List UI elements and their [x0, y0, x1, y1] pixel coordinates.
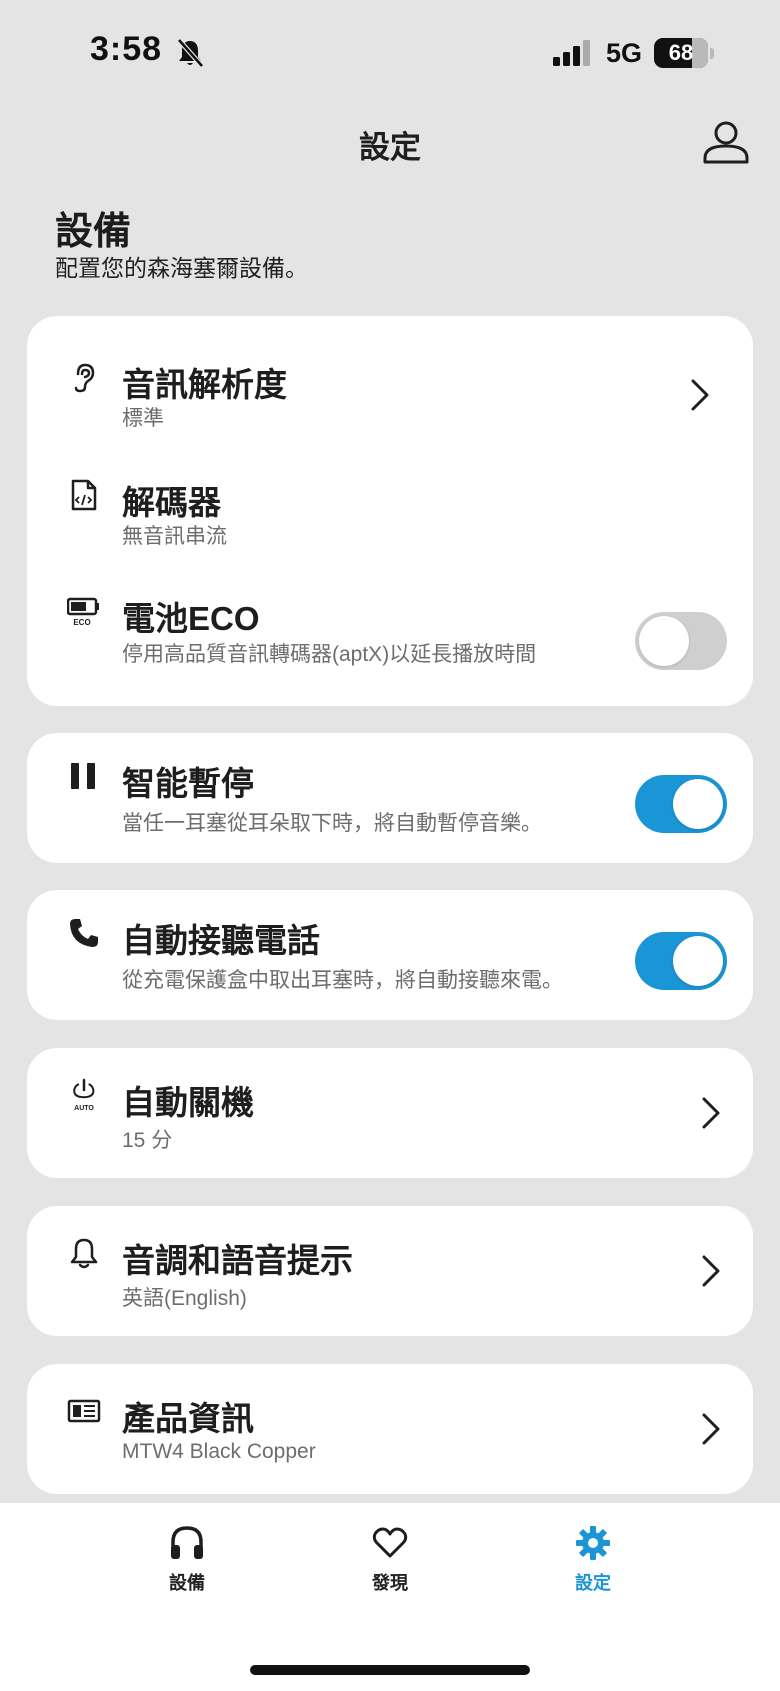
codec-title: 解碼器 [122, 484, 221, 521]
profile-icon[interactable] [700, 118, 752, 170]
nav-tab-discover[interactable]: 發現 [330, 1523, 450, 1595]
chevron-right-icon [702, 1255, 720, 1287]
smart-pause-card: 智能暫停 當任一耳塞從耳朵取下時，將自動暫停音樂。 [27, 733, 753, 863]
network-type: 5G [606, 38, 643, 68]
bottom-nav: 設備 發現 設定 [0, 1503, 780, 1691]
auto-power-icon: AUTO [73, 1078, 94, 1112]
smart-pause-title: 智能暫停 [122, 765, 254, 802]
headphones-icon [171, 1526, 203, 1559]
chevron-right-icon [702, 1097, 720, 1129]
tones-card[interactable]: 音調和語音提示 英語(English) [27, 1206, 753, 1336]
bell-off-icon [177, 38, 204, 68]
auto-power-icon-label: AUTO [74, 1105, 94, 1112]
codec-value: 無音訊串流 [122, 525, 227, 548]
bell-icon [70, 1238, 98, 1269]
nav-tab-settings[interactable]: 設定 [533, 1523, 653, 1595]
device-settings-card: 音訊解析度 標準 解碼器 無音訊串流 ECO 電池ECO 停用高品質音訊轉碼器(… [27, 316, 753, 706]
auto-answer-description: 從充電保護盒中取出耳塞時，將自動接聽來電。 [122, 969, 563, 992]
section-title: 設備 [55, 211, 132, 253]
nav-label: 設備 [169, 1573, 205, 1593]
battery-eco-icon-label: ECO [73, 618, 90, 627]
phone-icon [70, 919, 98, 947]
audio-resolution-title: 音訊解析度 [122, 366, 287, 403]
pause-icon [71, 763, 95, 789]
battery-level: 68 [668, 40, 694, 65]
auto-off-card[interactable]: AUTO 自動關機 15 分 [27, 1048, 753, 1178]
info-card-icon [67, 1399, 101, 1423]
smart-pause-toggle[interactable] [635, 775, 727, 833]
gear-icon [576, 1526, 610, 1560]
tones-value: 英語(English) [122, 1287, 247, 1310]
product-info-card[interactable]: 產品資訊 MTW4 Black Copper [27, 1364, 753, 1494]
code-file-icon [71, 479, 97, 511]
page-title: 設定 [359, 130, 421, 165]
heart-icon [372, 1527, 408, 1558]
toggle-knob [639, 616, 689, 666]
auto-answer-card: 自動接聽電話 從充電保護盒中取出耳塞時，將自動接聽來電。 [27, 890, 753, 1020]
battery-eco-description: 停用高品質音訊轉碼器(aptX)以延長播放時間 [122, 643, 537, 666]
signal-icon [553, 40, 590, 66]
tones-title: 音調和語音提示 [122, 1242, 353, 1279]
auto-answer-toggle[interactable] [635, 932, 727, 990]
section-subtitle: 配置您的森海塞爾設備。 [55, 255, 308, 281]
battery-eco-title: 電池ECO [122, 600, 260, 637]
chevron-right-icon [691, 379, 709, 411]
status-time: 3:58 [90, 30, 163, 68]
home-indicator[interactable] [250, 1665, 530, 1675]
status-bar: 3:58 5G 68 [0, 0, 780, 100]
nav-label: 設定 [575, 1573, 611, 1593]
toggle-knob [673, 779, 723, 829]
codec-row: 解碼器 無音訊串流 [27, 434, 753, 552]
smart-pause-description: 當任一耳塞從耳朵取下時，將自動暫停音樂。 [122, 812, 542, 835]
product-info-value: MTW4 Black Copper [122, 1440, 316, 1463]
audio-resolution-value: 標準 [122, 407, 164, 430]
audio-resolution-row[interactable]: 音訊解析度 標準 [27, 316, 753, 434]
battery-eco-row: ECO 電池ECO 停用高品質音訊轉碼器(aptX)以延長播放時間 [27, 552, 753, 706]
nav-tab-devices[interactable]: 設備 [127, 1523, 247, 1595]
toggle-knob [673, 936, 723, 986]
battery-icon: 68 [654, 38, 714, 68]
battery-eco-toggle[interactable] [635, 612, 727, 670]
battery-eco-icon: ECO [67, 597, 99, 627]
ear-icon [74, 363, 95, 393]
nav-label: 發現 [372, 1573, 408, 1593]
auto-off-value: 15 分 [122, 1129, 173, 1152]
product-info-title: 產品資訊 [122, 1400, 254, 1437]
auto-off-title: 自動關機 [122, 1084, 254, 1121]
chevron-right-icon [702, 1413, 720, 1445]
auto-answer-title: 自動接聽電話 [122, 922, 320, 959]
